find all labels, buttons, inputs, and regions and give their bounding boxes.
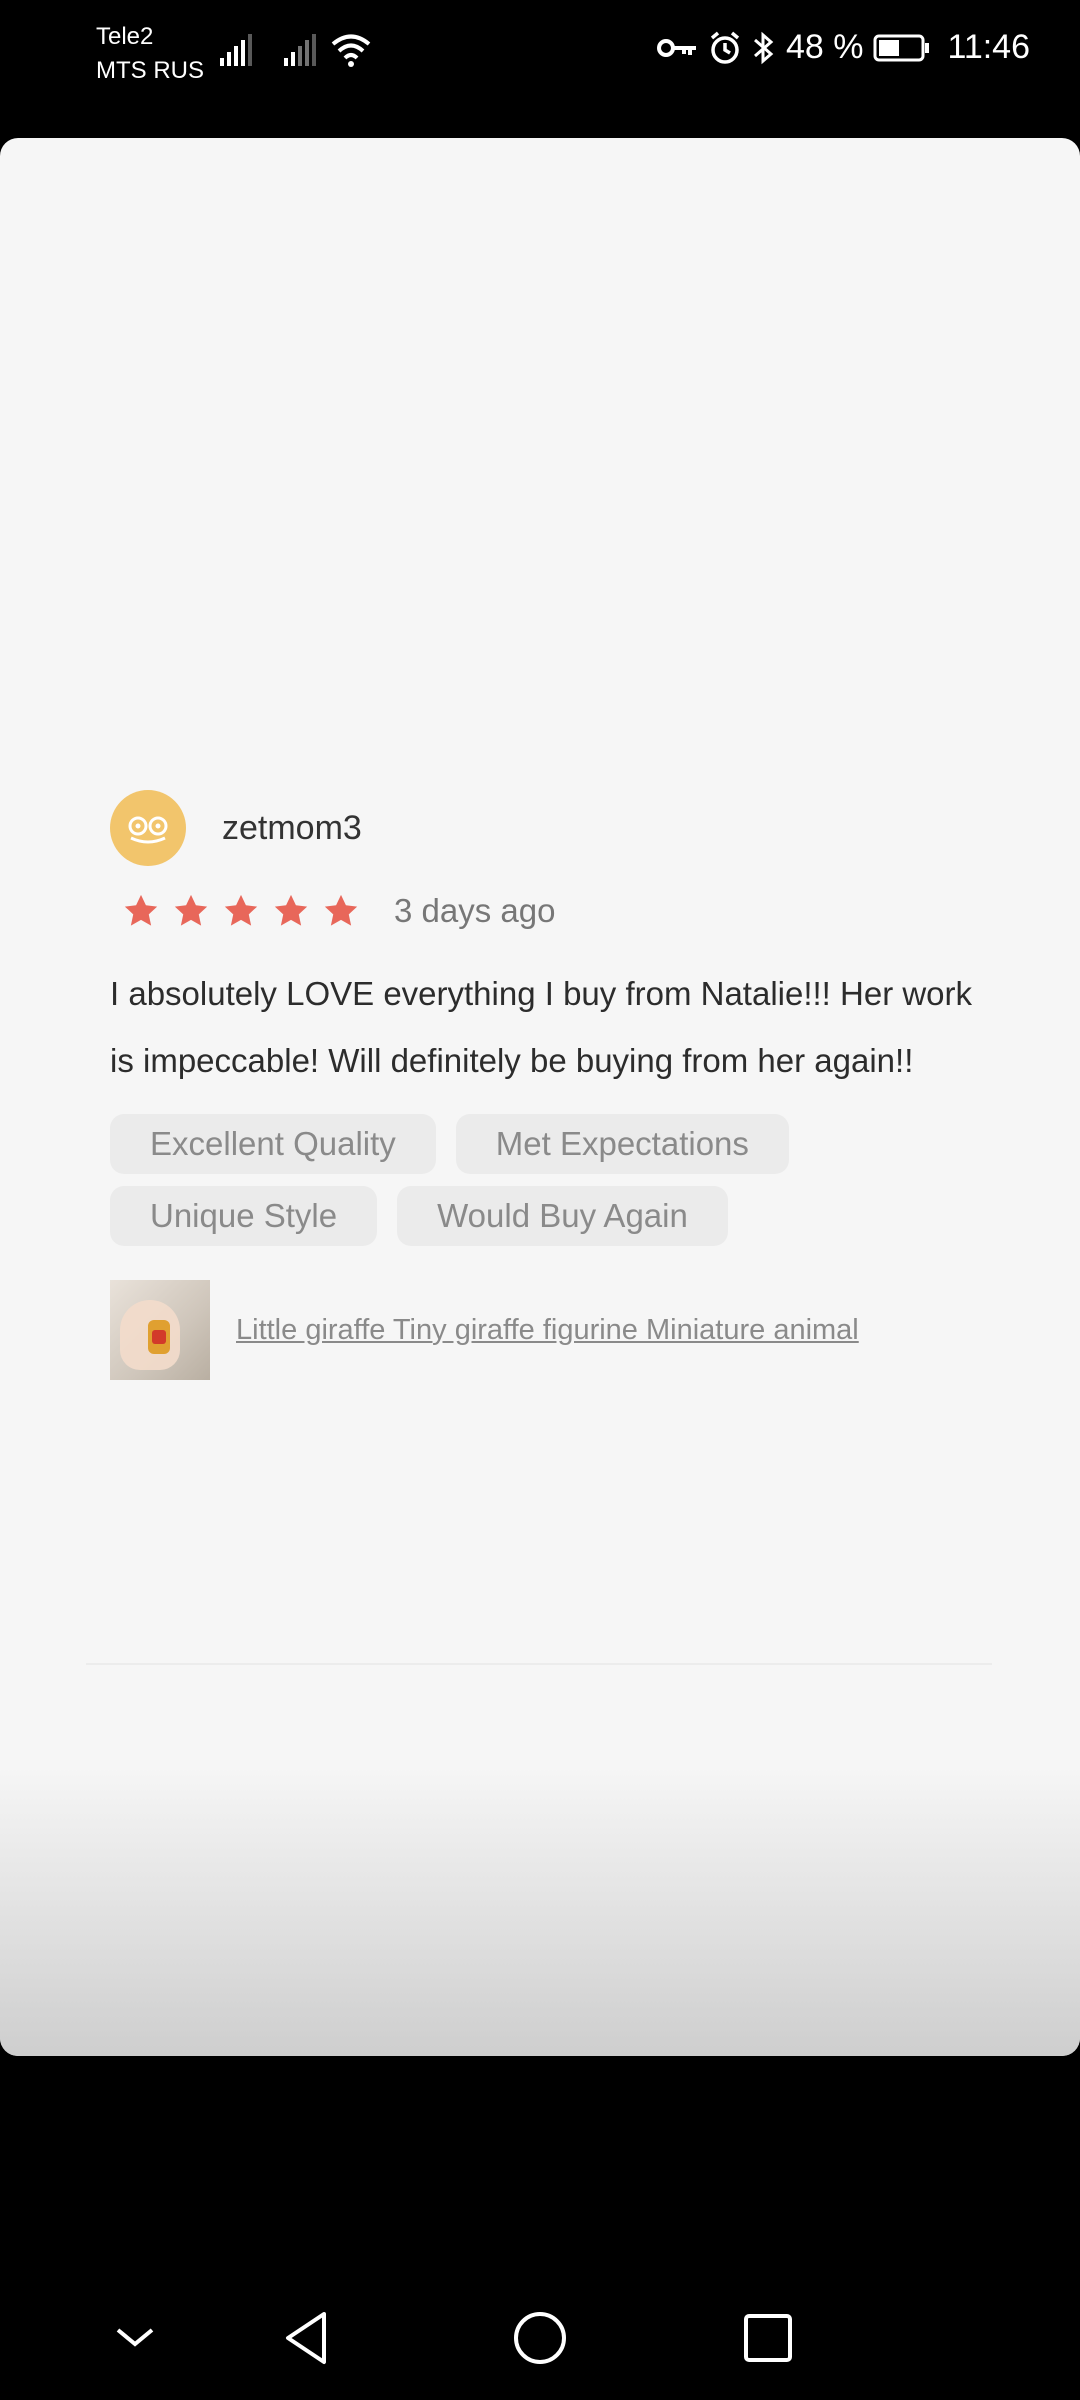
recents-icon[interactable] [742,2312,794,2369]
bottom-fade [0,1766,1080,2056]
review-text: I absolutely LOVE everything I buy from … [110,975,973,1079]
star-icon [274,894,308,926]
bluetooth-icon [752,30,776,66]
carrier-info: Tele2 MTS RUS [96,20,204,88]
status-icons: 48 % 11:46 [656,28,1030,67]
home-icon[interactable] [512,2310,568,2371]
review-card: zetmom3 3 days ago I absolutely LOVE eve… [110,790,990,1380]
star-icon [124,894,158,926]
back-icon[interactable] [282,2310,332,2371]
battery-percent: 48 % [785,28,864,66]
review-tags: Excellent Quality Met Expectations Uniqu… [110,1114,930,1246]
reviewer-row: zetmom3 [110,790,990,866]
star-icon [174,894,208,926]
signal-2-icon [282,32,318,73]
product-thumbnail[interactable] [110,1280,210,1380]
navigation-bar [0,2280,1080,2400]
status-bar: Tele2 MTS RUS 48 % 11:46 [0,0,1080,110]
rating-row: 3 days ago [110,880,990,942]
key-icon [656,33,698,63]
chevron-down-icon[interactable] [110,2316,160,2361]
star-rating [122,892,360,930]
tag-excellent-quality: Excellent Quality [110,1114,436,1174]
star-icon [224,894,258,926]
avatar[interactable] [110,790,186,866]
clock: 11:46 [947,28,1030,66]
tag-would-buy-again: Would Buy Again [397,1186,728,1246]
product-link[interactable]: Little giraffe Tiny giraffe figurine Min… [236,1314,859,1347]
carrier-2: MTS RUS [96,57,204,84]
avatar-face-icon [128,816,168,844]
alarm-icon [708,31,742,65]
divider [86,1663,992,1665]
tag-met-expectations: Met Expectations [455,1114,789,1174]
tag-unique-style: Unique Style [110,1186,378,1246]
review-sheet: zetmom3 3 days ago I absolutely LOVE eve… [0,138,1080,2056]
reviewer-name[interactable]: zetmom3 [222,809,362,848]
carrier-1: Tele2 [96,23,154,50]
signal-1-icon [218,32,254,73]
battery-icon [873,33,931,63]
reviewed-product[interactable]: Little giraffe Tiny giraffe figurine Min… [110,1280,990,1380]
review-date: 3 days ago [394,892,556,929]
wifi-icon [330,32,372,73]
star-icon [324,894,358,926]
